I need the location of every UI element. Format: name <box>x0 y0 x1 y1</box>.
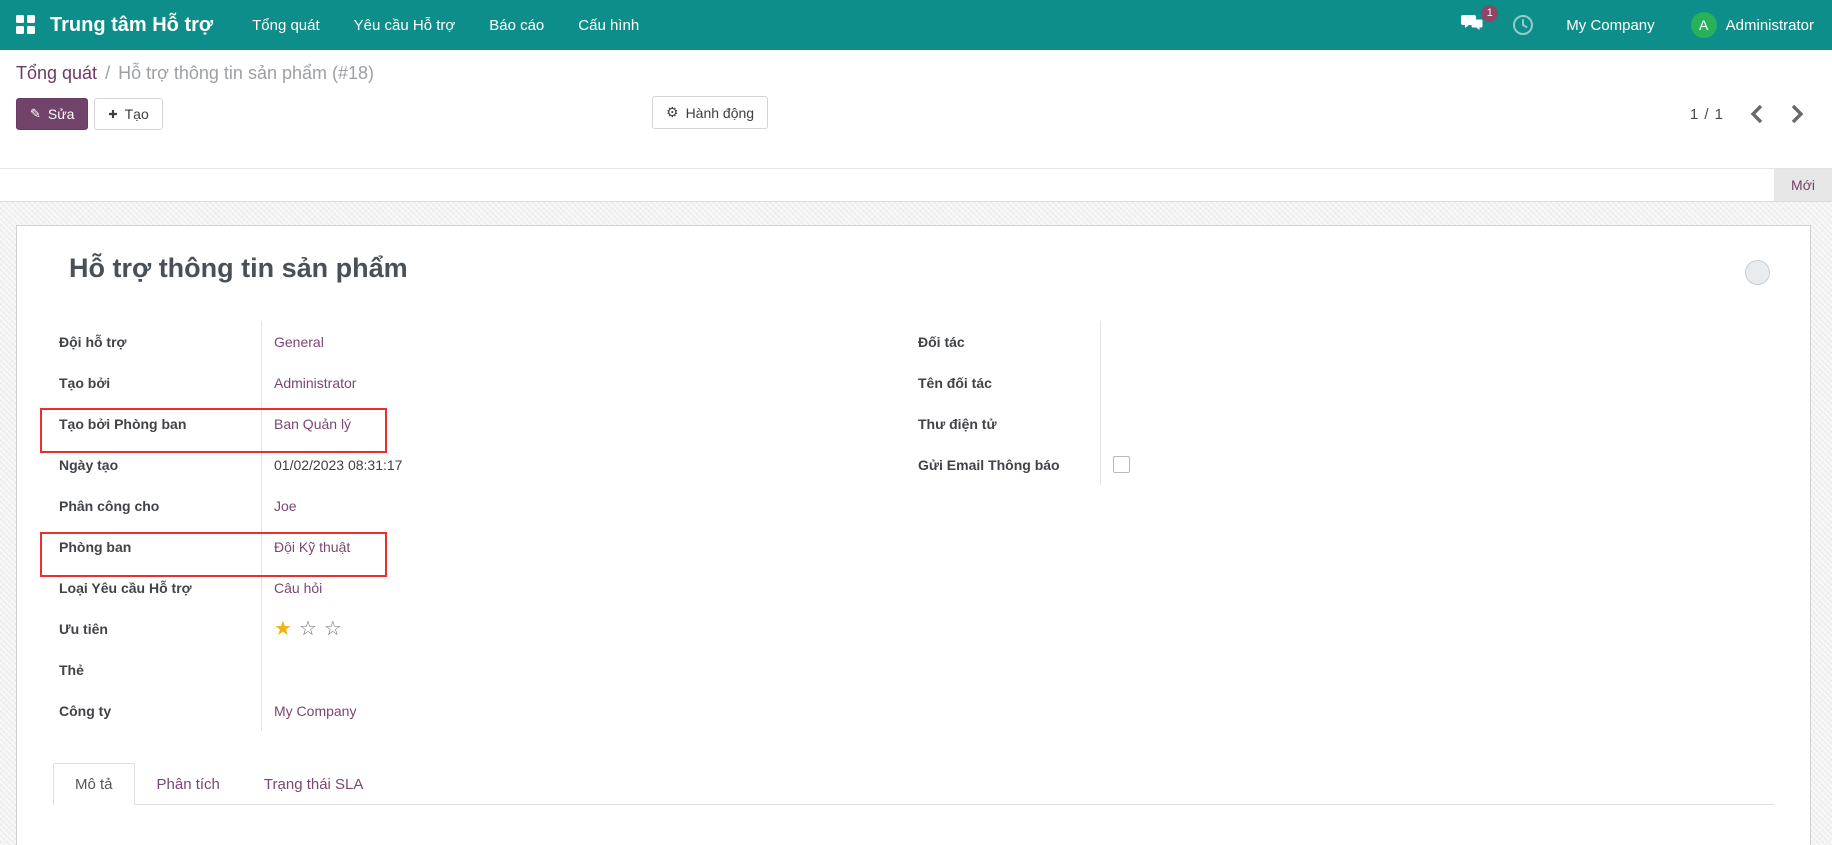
field-label: Tạo bởi <box>54 375 261 391</box>
kanban-state-circle[interactable] <box>1745 260 1770 285</box>
pager-next-button[interactable] <box>1791 104 1804 124</box>
status-stage-new[interactable]: Mới <box>1774 169 1832 201</box>
top-navbar: Trung tâm Hỗ trợ Tổng quát Yêu cầu Hỗ tr… <box>0 0 1832 50</box>
field-value-ticket-type[interactable]: Câu hỏi <box>274 580 322 596</box>
menu-item-settings[interactable]: Cấu hình <box>561 0 656 50</box>
apps-grid-icon[interactable] <box>16 15 36 35</box>
gear-icon: ⚙ <box>666 104 679 121</box>
pager-previous-button[interactable] <box>1750 104 1763 124</box>
field-row-department: Phòng ban Đội Kỹ thuật <box>54 526 724 567</box>
field-row-created-by-department: Tạo bởi Phòng ban Ban Quản lý <box>54 403 724 444</box>
field-value-partner-name[interactable] <box>1100 362 1478 403</box>
menu-item-tickets[interactable]: Yêu cầu Hỗ trợ <box>337 0 473 50</box>
field-label: Loại Yêu cầu Hỗ trợ <box>54 580 261 596</box>
field-row-priority: Ưu tiên ★ ☆ ☆ <box>54 608 724 649</box>
main-menu: Tổng quát Yêu cầu Hỗ trợ Báo cáo Cấu hìn… <box>235 0 656 50</box>
field-label: Thẻ <box>54 662 261 678</box>
field-label: Ngày tạo <box>54 457 261 473</box>
priority-stars: ★ ☆ ☆ <box>274 616 342 641</box>
field-row-team: Đội hỗ trợ General <box>54 321 724 362</box>
messages-button[interactable]: 1 <box>1450 7 1494 44</box>
create-button[interactable]: ✚ Tạo <box>94 98 162 130</box>
breadcrumb-current: Hỗ trợ thông tin sản phẩm (#18) <box>118 63 374 84</box>
chevron-left-icon <box>1750 104 1763 124</box>
field-column-left: Đội hỗ trợ General Tạo bởi Administrator… <box>54 321 724 731</box>
tab-sla-status[interactable]: Trạng thái SLA <box>242 763 386 805</box>
pencil-icon: ✎ <box>30 106 41 122</box>
field-row-company: Công ty My Company <box>54 690 724 731</box>
breadcrumb-parent-link[interactable]: Tổng quát <box>16 63 97 84</box>
tab-bar: Mô tả Phân tích Trạng thái SLA <box>53 762 1774 805</box>
field-row-tags: Thẻ <box>54 649 724 690</box>
activities-button[interactable] <box>1502 8 1544 42</box>
tab-analysis[interactable]: Phân tích <box>135 763 242 805</box>
breadcrumb-separator: / <box>105 63 110 84</box>
field-row-email: Thư điện tử <box>918 403 1478 444</box>
control-panel-buttons: ✎ Sửa ✚ Tạo ⚙ Hành động 1 / 1 <box>16 96 1816 132</box>
form-view-background: Hỗ trợ thông tin sản phẩm Đội hỗ trợ Gen… <box>0 202 1832 845</box>
control-panel: Tổng quát / Hỗ trợ thông tin sản phẩm (#… <box>0 50 1832 169</box>
star-empty-icon[interactable]: ☆ <box>324 616 342 641</box>
field-label: Tên đối tác <box>918 375 1100 391</box>
breadcrumb: Tổng quát / Hỗ trợ thông tin sản phẩm (#… <box>16 63 1816 84</box>
tab-description[interactable]: Mô tả <box>53 763 135 805</box>
field-row-partner: Đối tác <box>918 321 1478 362</box>
field-row-send-notification: Gửi Email Thông báo <box>918 444 1478 485</box>
user-menu[interactable]: A Administrator <box>1677 12 1816 38</box>
field-label: Công ty <box>54 703 261 719</box>
field-value-created-by-department[interactable]: Ban Quản lý <box>274 416 351 432</box>
field-row-created-by: Tạo bởi Administrator <box>54 362 724 403</box>
field-value-department[interactable]: Đội Kỹ thuật <box>274 539 350 555</box>
field-value-email[interactable] <box>1100 403 1478 444</box>
send-email-notification-checkbox[interactable] <box>1113 456 1130 473</box>
ticket-title: Hỗ trợ thông tin sản phẩm <box>69 253 1774 284</box>
field-label: Phân công cho <box>54 498 261 514</box>
chevron-right-icon <box>1791 104 1804 124</box>
notebook: Mô tả Phân tích Trạng thái SLA <box>53 762 1774 845</box>
field-label: Tạo bởi Phòng ban <box>54 416 261 432</box>
field-row-created-date: Ngày tạo 01/02/2023 08:31:17 <box>54 444 724 485</box>
menu-item-reports[interactable]: Báo cáo <box>472 0 561 50</box>
field-label: Phòng ban <box>54 539 261 555</box>
field-label: Ưu tiên <box>54 621 261 637</box>
tab-content-description <box>53 805 1774 845</box>
menu-item-overview[interactable]: Tổng quát <box>235 0 337 50</box>
company-switcher[interactable]: My Company <box>1552 17 1668 34</box>
field-row-partner-name: Tên đối tác <box>918 362 1478 403</box>
record-pager: 1 / 1 <box>1690 104 1816 124</box>
form-statusbar: Mới <box>0 169 1832 202</box>
star-empty-icon[interactable]: ☆ <box>299 616 317 641</box>
field-value-assigned-to[interactable]: Joe <box>274 498 297 514</box>
user-avatar: A <box>1691 12 1717 38</box>
user-name: Administrator <box>1726 17 1814 34</box>
plus-icon: ✚ <box>108 108 117 121</box>
field-label: Thư điện tử <box>918 416 1100 432</box>
field-value-tags[interactable] <box>261 649 724 690</box>
navbar-right: 1 My Company A Administrator <box>1450 7 1816 44</box>
action-menu-button[interactable]: ⚙ Hành động <box>652 96 768 129</box>
edit-button[interactable]: ✎ Sửa <box>16 98 88 130</box>
field-value-created-date: 01/02/2023 08:31:17 <box>261 444 724 485</box>
app-brand-title[interactable]: Trung tâm Hỗ trợ <box>50 14 213 37</box>
messages-count-badge: 1 <box>1481 5 1498 22</box>
field-label: Đội hỗ trợ <box>54 334 261 350</box>
clock-icon <box>1512 14 1534 36</box>
field-group: Đội hỗ trợ General Tạo bởi Administrator… <box>53 321 1774 731</box>
field-column-right: Đối tác Tên đối tác Thư điện tử Gửi Emai… <box>918 321 1478 731</box>
field-label: Đối tác <box>918 334 1100 350</box>
star-filled-icon[interactable]: ★ <box>274 616 292 641</box>
field-label: Gửi Email Thông báo <box>918 457 1100 473</box>
field-row-ticket-type: Loại Yêu cầu Hỗ trợ Câu hỏi <box>54 567 724 608</box>
field-row-assigned-to: Phân công cho Joe <box>54 485 724 526</box>
field-value-team[interactable]: General <box>274 334 324 350</box>
field-value-partner[interactable] <box>1100 321 1478 362</box>
pager-value: 1 / 1 <box>1690 106 1724 123</box>
form-sheet: Hỗ trợ thông tin sản phẩm Đội hỗ trợ Gen… <box>16 225 1811 845</box>
field-value-created-by[interactable]: Administrator <box>274 375 356 391</box>
field-value-company[interactable]: My Company <box>274 703 356 719</box>
create-button-label: Tạo <box>125 106 149 122</box>
action-button-label: Hành động <box>686 105 755 121</box>
edit-button-label: Sửa <box>48 106 75 122</box>
